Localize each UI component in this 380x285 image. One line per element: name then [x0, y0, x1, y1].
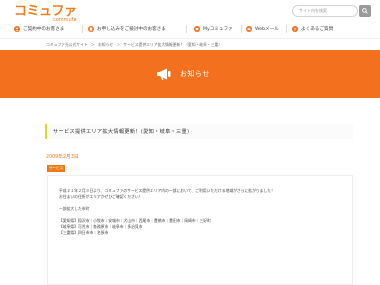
- breadcrumb: コミュファ光公式サイト ＞ お知らせ ＞ サービス提供エリア拡大情報更新！（愛知…: [46, 42, 224, 48]
- nav-label: Myコミュファ: [203, 27, 233, 32]
- nav-item-my-commufa[interactable]: Myコミュファ: [194, 23, 233, 35]
- site-logo[interactable]: コミュファ commufa: [14, 5, 77, 23]
- search-button[interactable]: [359, 5, 371, 17]
- nav-item-prospective-customers[interactable]: お申し込みをご検討中のお客さま: [88, 23, 166, 35]
- breadcrumb-current: サービス提供エリア拡大情報更新！（愛知・岐阜・三重）: [123, 42, 223, 47]
- page-title: お知らせ: [180, 70, 210, 78]
- search-icon: [362, 8, 368, 14]
- header-divider: [0, 38, 380, 39]
- nav-item-faq[interactable]: ? よくあるご質問: [292, 23, 333, 35]
- megaphone-icon: [157, 68, 171, 80]
- article-date: 2009年2月3日: [46, 155, 79, 160]
- page-banner: お知らせ: [0, 50, 380, 98]
- nav-label: Webメール: [255, 27, 279, 32]
- category-badge: サービス: [47, 165, 65, 172]
- area-list-item-mie: 【三重県】四日市市｜名張市: [59, 230, 109, 235]
- article-title: サービス提供エリア拡大情報更新！(愛知・岐阜・三重): [45, 124, 353, 139]
- question-icon: ?: [292, 26, 298, 32]
- breadcrumb-link-home[interactable]: コミュファ光公式サイト: [46, 42, 88, 47]
- nav-item-current-customers[interactable]: ご契約中のお客さま: [14, 23, 64, 35]
- svg-text:?: ?: [294, 26, 296, 31]
- mail-icon: [246, 26, 252, 32]
- nav-label: お申し込みをご検討中のお客さま: [97, 27, 166, 32]
- nav-label: よくあるご質問: [301, 27, 334, 32]
- breadcrumb-separator: ＞: [90, 42, 95, 47]
- breadcrumb-link-news[interactable]: お知らせ: [98, 42, 113, 47]
- global-nav: ご契約中のお客さま お申し込みをご検討中のお客さま Myコミュファ Webメール…: [14, 23, 374, 35]
- site-header: コミュファ commufa サイト内を検索 ご契約中のお客さま お申し込みをご検…: [0, 0, 380, 38]
- search-input[interactable]: サイト内を検索: [292, 5, 358, 17]
- form-icon: [88, 26, 94, 32]
- article-body: 平成２１年２月３日より、コミュファのサービス提供エリア内の一部において、ご利用い…: [47, 175, 353, 285]
- breadcrumb-separator: ＞: [116, 42, 121, 47]
- nav-item-webmail[interactable]: Webメール: [246, 23, 279, 35]
- person-icon: [14, 26, 20, 32]
- mypage-icon: [194, 26, 200, 32]
- nav-label: ご契約中のお客さま: [23, 27, 65, 32]
